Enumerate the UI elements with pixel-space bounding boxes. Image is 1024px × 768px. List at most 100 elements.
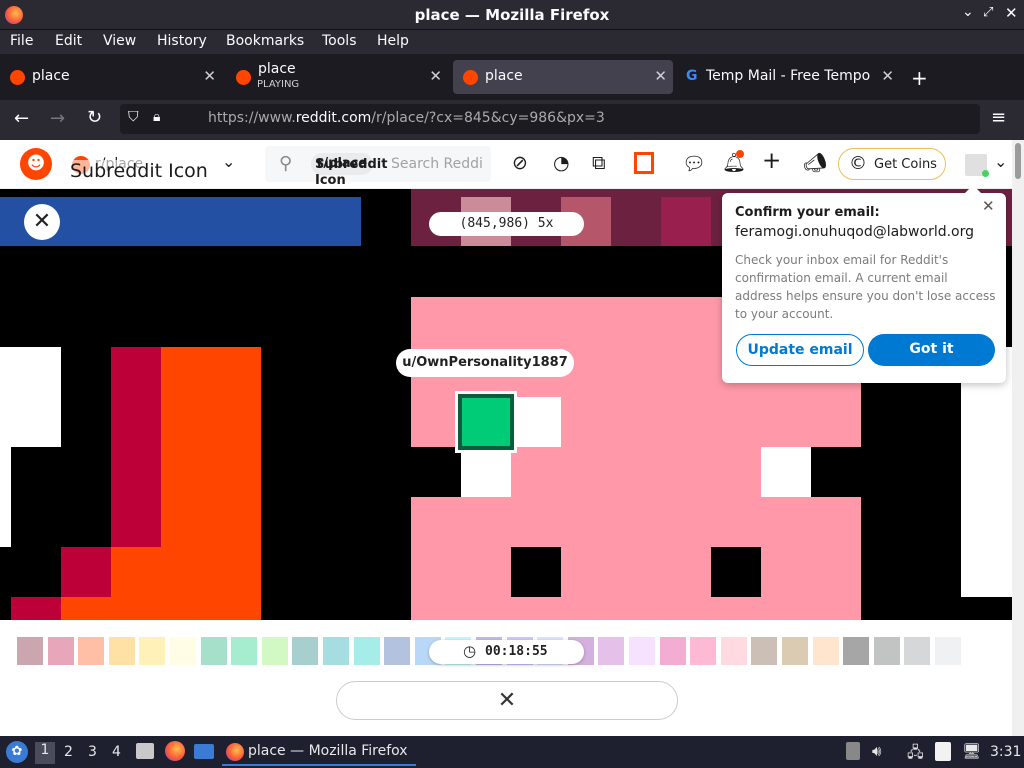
- scrollbar-thumb[interactable]: [1015, 143, 1021, 179]
- menu-edit[interactable]: Edit: [55, 33, 82, 49]
- popular-icon[interactable]: ⊘: [512, 152, 528, 174]
- chat-icon[interactable]: 💬︎: [682, 152, 706, 175]
- canvas-pixel: [11, 597, 61, 620]
- palette-swatch[interactable]: [598, 637, 625, 665]
- file-manager-icon[interactable]: [136, 743, 154, 759]
- pixel-owner-tooltip: u/OwnPersonality1887: [396, 349, 574, 377]
- palette-swatch[interactable]: [751, 637, 778, 665]
- palette-swatch[interactable]: [17, 637, 43, 665]
- canvas-pixel: [661, 197, 711, 246]
- palette-swatch[interactable]: [78, 637, 105, 665]
- tab-place-active[interactable]: place ✕: [453, 60, 673, 94]
- popup-close-icon[interactable]: ✕: [982, 197, 995, 215]
- reddit-logo-icon[interactable]: ☻: [20, 148, 52, 180]
- canvas-pixel: [61, 597, 111, 620]
- forward-icon[interactable]: →: [50, 108, 65, 129]
- palette-swatch[interactable]: [384, 637, 411, 665]
- create-post-icon[interactable]: +: [762, 148, 781, 174]
- community-dropdown-chevron-icon[interactable]: ⌄: [222, 152, 235, 171]
- popup-pointer: [965, 185, 981, 193]
- start-menu-icon[interactable]: ✿: [6, 741, 28, 763]
- workspace-3[interactable]: 3: [88, 744, 97, 760]
- reddit-tab-icon: [236, 70, 251, 85]
- tab-close-icon[interactable]: ✕: [654, 67, 667, 85]
- get-coins-button[interactable]: © Get Coins: [838, 148, 946, 180]
- workspace-2[interactable]: 2: [64, 744, 73, 760]
- workspace-1[interactable]: 1: [35, 742, 55, 764]
- got-it-button[interactable]: Got it: [868, 334, 995, 366]
- menu-help[interactable]: Help: [377, 33, 409, 49]
- palette-swatch[interactable]: [231, 637, 258, 665]
- place-icon[interactable]: [634, 152, 654, 174]
- palette-swatch[interactable]: [812, 637, 839, 665]
- palette-swatch[interactable]: [935, 637, 961, 665]
- tab-place-2[interactable]: place PLAYING ✕: [226, 60, 448, 94]
- live-icon[interactable]: ⧉: [592, 152, 606, 174]
- palette-swatch[interactable]: [108, 637, 135, 665]
- network-icon[interactable]: 🖧: [907, 742, 924, 767]
- maximize-icon[interactable]: ⤢: [983, 5, 993, 20]
- url-bar[interactable]: ⛉ 🔒︎ https://www.reddit.com/r/place/?cx=…: [120, 104, 980, 134]
- palette-swatch[interactable]: [720, 637, 747, 665]
- new-tab-icon[interactable]: +: [911, 66, 928, 90]
- palette-swatch[interactable]: [690, 637, 717, 665]
- tab-close-icon[interactable]: ✕: [203, 67, 216, 85]
- user-menu-chevron-icon[interactable]: ⌄: [994, 152, 1007, 171]
- palette-swatch[interactable]: [873, 637, 900, 665]
- palette-swatch[interactable]: [353, 637, 380, 665]
- palette-swatch[interactable]: [292, 637, 319, 665]
- menu-file[interactable]: File: [10, 33, 33, 49]
- update-email-button[interactable]: Update email: [736, 334, 864, 366]
- close-window-icon[interactable]: ✕: [1005, 4, 1018, 22]
- menu-view[interactable]: View: [103, 33, 136, 49]
- palette-swatch[interactable]: [782, 637, 808, 665]
- shield-icon[interactable]: ⛉: [128, 109, 139, 125]
- palette-swatch[interactable]: [200, 637, 227, 665]
- taskbar-window-firefox[interactable]: place — Mozilla Firefox: [222, 738, 416, 766]
- clipboard-icon[interactable]: [935, 742, 951, 761]
- palette-swatch[interactable]: [965, 637, 992, 665]
- palette-swatch[interactable]: [170, 637, 196, 665]
- updates-icon[interactable]: 🖥︎: [962, 742, 981, 760]
- palette-swatch[interactable]: [47, 637, 74, 665]
- menu-history[interactable]: History: [157, 33, 207, 49]
- eject-icon[interactable]: [846, 742, 860, 760]
- stats-icon[interactable]: ◔: [553, 152, 570, 174]
- tab-place-1[interactable]: place ✕: [0, 60, 222, 94]
- cancel-placement-button[interactable]: ✕: [336, 681, 678, 720]
- minimize-icon[interactable]: ⌄: [962, 4, 974, 20]
- tab-temp-mail[interactable]: G Temp Mail - Free Tempora ✕: [678, 60, 900, 94]
- reddit-tab-icon: [10, 70, 25, 85]
- close-canvas-button[interactable]: ✕: [24, 204, 60, 240]
- search-placeholder: Search Reddit: [391, 156, 483, 172]
- canvas-pixel: [461, 447, 511, 497]
- coin-icon: ©: [849, 153, 867, 174]
- menu-tools[interactable]: Tools: [322, 33, 357, 49]
- page-scrollbar[interactable]: [1012, 140, 1024, 736]
- get-coins-label: Get Coins: [874, 157, 937, 172]
- back-icon[interactable]: ←: [14, 108, 29, 129]
- tab-close-icon[interactable]: ✕: [429, 67, 442, 85]
- palette-swatch[interactable]: [261, 637, 288, 665]
- firefox-launcher-icon[interactable]: [165, 741, 185, 761]
- volume-icon[interactable]: 🔊︎: [872, 742, 881, 760]
- selected-pixel[interactable]: [458, 394, 514, 450]
- palette-swatch[interactable]: [843, 637, 870, 665]
- palette-swatch[interactable]: [629, 637, 655, 665]
- palette-swatch[interactable]: [323, 637, 349, 665]
- lock-icon[interactable]: 🔒︎: [153, 109, 160, 125]
- tab-label: Temp Mail - Free Tempora: [706, 68, 870, 84]
- menu-bookmarks[interactable]: Bookmarks: [226, 33, 304, 49]
- palette-swatch[interactable]: [659, 637, 686, 665]
- reload-icon[interactable]: ↻: [87, 107, 102, 128]
- popup-title: Confirm your email:: [735, 205, 880, 220]
- palette-swatch[interactable]: [139, 637, 166, 665]
- advertise-icon[interactable]: 📣︎: [803, 151, 827, 174]
- tab-close-icon[interactable]: ✕: [881, 67, 894, 85]
- desktop-icon[interactable]: [194, 744, 214, 759]
- search-bar[interactable]: ⚲ r/place Subreddit Icon Search Reddit: [265, 146, 491, 188]
- confirm-email-popup: ✕ Confirm your email: feramogi.onuhuqod@…: [722, 193, 1006, 383]
- app-menu-icon[interactable]: ≡: [991, 107, 1006, 128]
- palette-swatch[interactable]: [904, 637, 931, 665]
- workspace-4[interactable]: 4: [112, 744, 121, 760]
